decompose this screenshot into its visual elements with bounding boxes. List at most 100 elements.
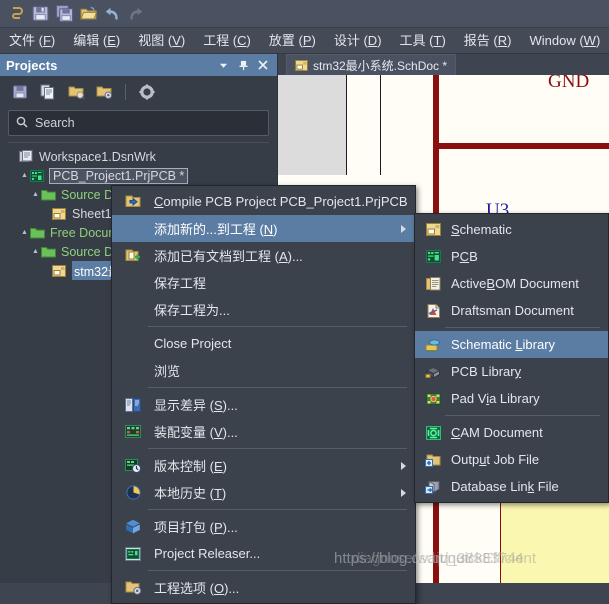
- submenu-item-label: Database Link File: [451, 479, 559, 494]
- menu-separator: [148, 387, 407, 388]
- submenu-arrow-icon: [401, 224, 406, 233]
- redo-icon: [124, 2, 148, 26]
- context-menu-item-label: 本地历史 (T): [154, 486, 227, 501]
- context-menu-item-5[interactable]: 保存工程为...: [112, 296, 415, 323]
- open-folder-icon[interactable]: [76, 2, 100, 26]
- context-menu-item-2[interactable]: 添加新的...到工程 (N): [112, 215, 415, 242]
- submenu-item-10[interactable]: Database Link File: [415, 473, 608, 500]
- submenu-separator: [445, 327, 600, 328]
- tree-item-label: Workspace1.DsnWrk: [39, 149, 156, 164]
- submenu-item-5[interactable]: Schematic Library: [415, 331, 608, 358]
- document-tab-stm32[interactable]: stm32最小系统.SchDoc *: [286, 54, 457, 75]
- context-menu-item-11[interactable]: 本地历史 (T): [112, 479, 415, 506]
- show-differences-icon: [112, 397, 154, 412]
- project-options-icon: [112, 580, 154, 595]
- menu-item-2[interactable]: 编辑 (E): [64, 28, 129, 53]
- context-menu-item-10[interactable]: 版本控制 (E): [112, 452, 415, 479]
- close-icon[interactable]: [255, 57, 271, 73]
- submenu-item-2[interactable]: PCB: [415, 243, 608, 270]
- context-menu-item-label: Close Project: [154, 336, 232, 351]
- menu-item-7[interactable]: 工具 (T): [391, 28, 455, 53]
- context-menu-item-6[interactable]: Close Project: [112, 330, 415, 357]
- context-menu-item-14[interactable]: 工程选项 (O)...: [112, 574, 415, 601]
- main-toolbar: [0, 0, 609, 28]
- projects-panel-toolbar: [0, 76, 277, 108]
- chevron-down-icon[interactable]: [215, 57, 231, 73]
- context-menu-item-label: 保存工程: [154, 276, 207, 291]
- context-menu-item-9[interactable]: 装配变量 (V)...: [112, 418, 415, 445]
- submenu-separator: [445, 415, 600, 416]
- project-packager-icon: [112, 519, 154, 534]
- undo-icon[interactable]: [100, 2, 124, 26]
- context-menu-item-label: 版本控制 (E): [154, 459, 227, 474]
- submenu-item-label: Pad Via Library: [451, 391, 540, 406]
- context-menu-item-label: 添加新的...到工程 (N): [154, 222, 278, 237]
- context-menu-item-1[interactable]: Compile PCB Project PCB_Project1.PrjPCB: [112, 188, 415, 215]
- context-menu-item-label: 浏览: [154, 364, 181, 379]
- context-menu-item-label: Project Releaser...: [154, 546, 261, 561]
- submenu-item-8[interactable]: CAM Document: [415, 419, 608, 446]
- submenu-item-label: ActiveBOM Document: [451, 276, 579, 291]
- pin-icon[interactable]: [235, 57, 251, 73]
- schdoc-icon: [295, 59, 308, 71]
- pcb-project-icon: [30, 169, 47, 182]
- pcb-library-icon: [415, 365, 451, 379]
- tree-expander-icon[interactable]: ▲: [19, 172, 30, 179]
- submenu-item-6[interactable]: PCB Library: [415, 358, 608, 385]
- submenu-item-label: PCB Library: [451, 364, 522, 379]
- submenu-item-label: Draftsman Document: [451, 303, 574, 318]
- save-all-icon[interactable]: [52, 2, 76, 26]
- context-menu-item-3[interactable]: 添加已有文档到工程 (A)...: [112, 242, 415, 269]
- submenu-item-3[interactable]: ActiveBOM Document: [415, 270, 608, 297]
- save-project-icon[interactable]: [10, 82, 30, 102]
- tree-item[interactable]: ▲ PCB_Project1.PrjPCB *: [8, 166, 269, 185]
- activebom-icon: [415, 276, 451, 291]
- browse-folder-icon[interactable]: [66, 82, 86, 102]
- context-menu-item-4[interactable]: 保存工程: [112, 269, 415, 296]
- menu-item-9[interactable]: Window (W): [520, 28, 609, 53]
- altium-logo-icon[interactable]: [4, 2, 28, 26]
- pad-via-library-icon: [415, 392, 451, 406]
- menu-item-5[interactable]: 放置 (P): [260, 28, 325, 53]
- menu-item-8[interactable]: 报告 (R): [455, 28, 521, 53]
- project-options-folder-icon[interactable]: [94, 82, 114, 102]
- menu-item-6[interactable]: 设计 (D): [325, 28, 391, 53]
- context-menu-item-7[interactable]: 浏览: [112, 357, 415, 384]
- context-menu-item-label: 添加已有文档到工程 (A)...: [154, 249, 303, 264]
- submenu-item-label: Schematic Library: [451, 337, 556, 352]
- search-input[interactable]: Search: [8, 110, 269, 136]
- submenu-item-7[interactable]: Pad Via Library: [415, 385, 608, 412]
- menu-separator: [148, 448, 407, 449]
- canvas-divider-2: [380, 75, 381, 175]
- menu-separator: [148, 326, 407, 327]
- submenu-arrow-icon: [401, 488, 406, 497]
- context-menu-item-8[interactable]: 显示差异 (S)...: [112, 391, 415, 418]
- folder-icon: [30, 227, 47, 239]
- context-menu-item-13[interactable]: Project Releaser...: [112, 540, 415, 567]
- menu-item-3[interactable]: 视图 (V): [129, 28, 194, 53]
- compile-icon: [112, 194, 154, 209]
- menu-item-4[interactable]: 工程 (C): [194, 28, 260, 53]
- copy-documents-icon[interactable]: [38, 82, 58, 102]
- context-menu-item-label: 显示差异 (S)...: [154, 398, 238, 413]
- add-existing-icon: [112, 248, 154, 263]
- submenu-item-9[interactable]: Output Job File: [415, 446, 608, 473]
- submenu-item-4[interactable]: Draftsman Document: [415, 297, 608, 324]
- context-menu-item-12[interactable]: 项目打包 (P)...: [112, 513, 415, 540]
- output-job-icon: [415, 453, 451, 467]
- folder-icon: [41, 246, 58, 258]
- save-icon[interactable]: [28, 2, 52, 26]
- schdoc-icon: [52, 264, 69, 277]
- settings-gear-icon[interactable]: [137, 82, 157, 102]
- tree-item[interactable]: Workspace1.DsnWrk: [8, 147, 269, 166]
- wire-horizontal-main: [433, 143, 609, 149]
- tree-expander-icon[interactable]: ▲: [19, 229, 30, 236]
- context-menu-item-label: 保存工程为...: [154, 303, 230, 318]
- submenu-item-label: PCB: [451, 249, 478, 264]
- context-menu-item-label: 装配变量 (V)...: [154, 425, 238, 440]
- submenu-item-1[interactable]: Schematic: [415, 216, 608, 243]
- context-menu-item-label: 项目打包 (P)...: [154, 520, 238, 535]
- tree-expander-icon[interactable]: ▲: [30, 191, 41, 198]
- tree-expander-icon[interactable]: ▲: [30, 248, 41, 255]
- menu-item-1[interactable]: 文件 (F): [0, 28, 64, 53]
